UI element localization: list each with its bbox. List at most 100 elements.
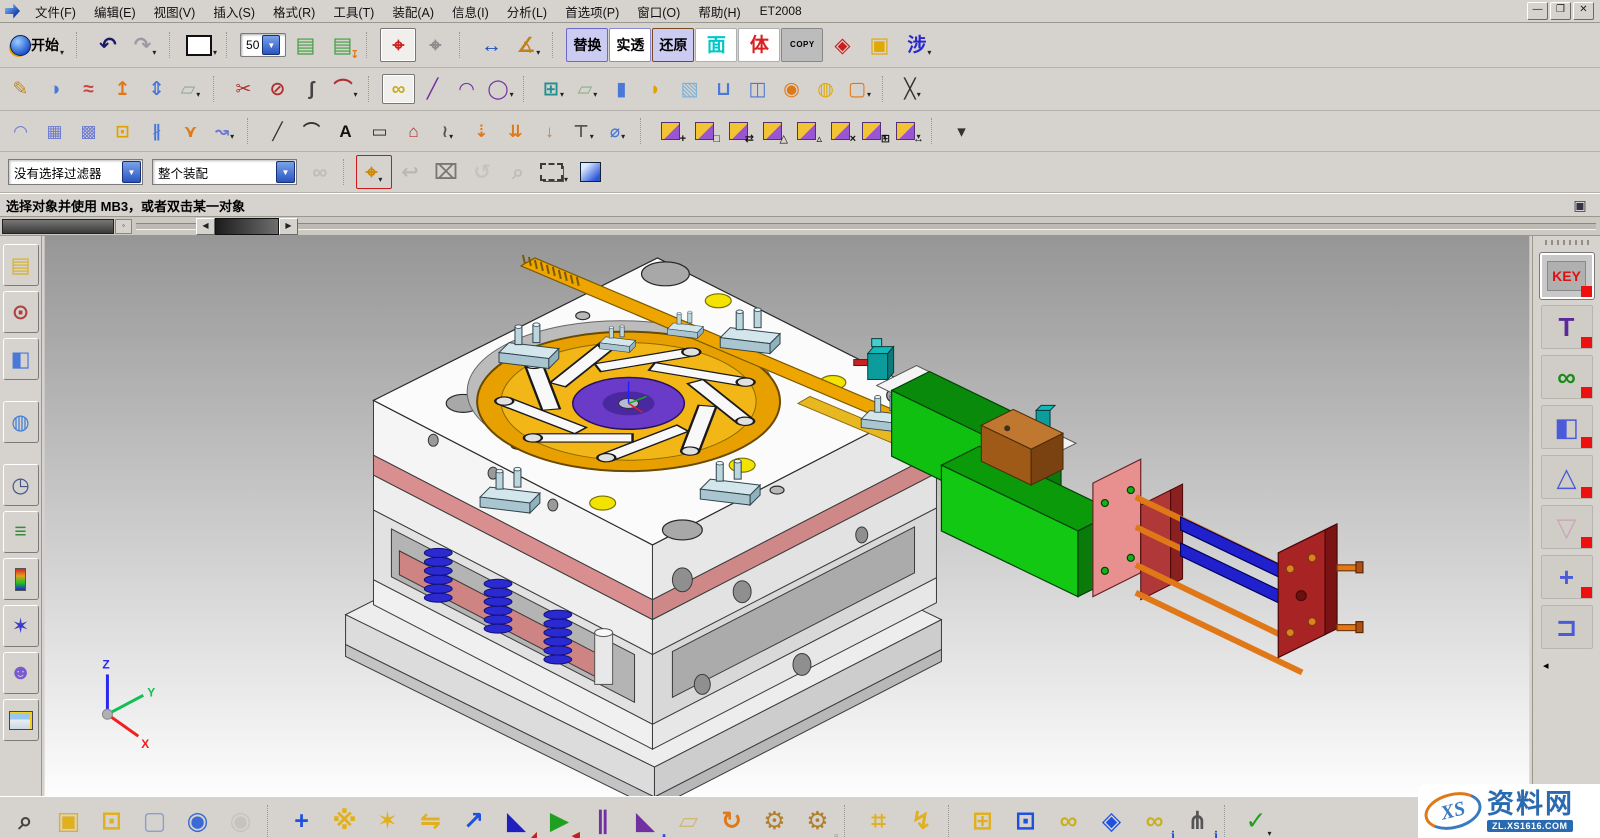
- extrude-button[interactable]: ▮: [605, 74, 638, 104]
- spline-button[interactable]: ≀▾: [431, 116, 464, 146]
- sew-button[interactable]: ∦: [140, 116, 173, 146]
- remember-constraints-button[interactable]: ◣▪: [624, 801, 667, 838]
- part-navigator-tab[interactable]: ◧: [3, 338, 39, 380]
- relations-info-button[interactable]: ∞ℹ: [1133, 801, 1176, 838]
- trim-curve-button[interactable]: ✂: [227, 74, 260, 104]
- scroll-left-button[interactable]: ◀: [196, 218, 215, 235]
- view-cube-button[interactable]: [572, 155, 608, 189]
- pull-face-button[interactable]: □: [688, 116, 721, 146]
- wcs-orient-button[interactable]: ⌖: [417, 28, 453, 62]
- link-part-item[interactable]: ∞: [1541, 355, 1593, 399]
- boss-button[interactable]: ◍: [809, 74, 842, 104]
- menu-help[interactable]: 帮助(H): [689, 0, 749, 24]
- backgrounds-tab[interactable]: [3, 699, 39, 741]
- project-curve-button[interactable]: ⇣: [465, 116, 498, 146]
- wrench-add-button[interactable]: ⚙▫: [796, 801, 839, 838]
- revolve-button[interactable]: ◗: [639, 74, 672, 104]
- selection-filter-dropdown[interactable]: 没有选择过滤器 ▼: [8, 159, 143, 185]
- trim-body-button[interactable]: ◫: [741, 74, 774, 104]
- key-library-item[interactable]: KEY: [1540, 253, 1594, 299]
- assembly-navigator-tab[interactable]: ▤: [3, 244, 39, 286]
- chevron-down-icon[interactable]: ▾: [1267, 829, 1271, 838]
- new-component-button[interactable]: ※: [323, 801, 366, 838]
- tube-button[interactable]: ⌀▾: [601, 116, 634, 146]
- exploded-view-button[interactable]: ⌗: [857, 801, 900, 838]
- offset-surface-button[interactable]: ⊡: [106, 116, 139, 146]
- chevron-down-icon[interactable]: ▼: [262, 35, 280, 55]
- menu-tools[interactable]: 工具(T): [324, 0, 383, 24]
- face-display-button[interactable]: 面: [695, 28, 737, 62]
- combine-curve-button[interactable]: ⇊: [499, 116, 532, 146]
- mirror-assembly-button[interactable]: ⇋: [409, 801, 452, 838]
- text-button[interactable]: A: [329, 116, 362, 146]
- extend-curve-button[interactable]: ⌒▾: [329, 74, 362, 104]
- chevron-down-icon[interactable]: ▾: [230, 132, 234, 145]
- bounded-plane-button[interactable]: ▱▾: [174, 74, 207, 104]
- shell-button[interactable]: ▢▾: [843, 74, 876, 104]
- arrangements-button[interactable]: ⊞: [961, 801, 1004, 838]
- chevron-down-icon[interactable]: ▾: [378, 175, 382, 188]
- graphics-window[interactable]: Z Y X: [42, 236, 1532, 796]
- chevron-down-icon[interactable]: ▾: [927, 48, 931, 61]
- split-body-button[interactable]: ◑: [38, 74, 71, 104]
- flatten-button[interactable]: ↝▾: [208, 116, 241, 146]
- menu-format[interactable]: 格式(R): [264, 0, 324, 24]
- close-button[interactable]: ✕: [1573, 2, 1594, 20]
- clamp-part-item[interactable]: ⊐: [1541, 605, 1593, 649]
- chevron-down-icon[interactable]: ▼: [276, 161, 295, 183]
- chevron-down-icon[interactable]: ▾: [213, 48, 217, 61]
- toolbar-overflow-button[interactable]: ▾: [945, 116, 978, 146]
- chevron-down-icon[interactable]: ▾: [449, 132, 453, 145]
- minimize-button[interactable]: —: [1527, 2, 1548, 20]
- wireframe-body-button[interactable]: ◈: [824, 28, 860, 62]
- chevron-down-icon[interactable]: ▾: [510, 90, 514, 103]
- chevron-down-icon[interactable]: ▾: [196, 90, 200, 103]
- line-button[interactable]: ╱: [416, 74, 449, 104]
- rectangle-button[interactable]: ▭: [363, 116, 396, 146]
- verify-button[interactable]: ✓▾: [1237, 801, 1280, 838]
- fitting-part-item[interactable]: +: [1541, 555, 1593, 599]
- chevron-down-icon[interactable]: ▾: [564, 175, 568, 188]
- menu-window[interactable]: 窗口(O): [628, 0, 689, 24]
- palette-scroll-arrow[interactable]: ◂: [1533, 659, 1549, 672]
- nozzle-part-item[interactable]: ▽: [1541, 505, 1593, 549]
- chain-curve-button[interactable]: ∞: [382, 74, 415, 104]
- arc-sketch-button[interactable]: ⌒: [295, 116, 328, 146]
- resize-face-button[interactable]: ↔▾: [892, 116, 925, 146]
- plate-part-item[interactable]: △: [1541, 455, 1593, 499]
- viewport-canvas[interactable]: Z Y X: [42, 236, 1532, 796]
- chevron-down-icon[interactable]: ▾: [60, 48, 64, 61]
- sequence-button[interactable]: ↯: [900, 801, 943, 838]
- fit-view-button[interactable]: ▣: [1566, 195, 1594, 216]
- clearance-button[interactable]: ⊡: [1004, 801, 1047, 838]
- redo-button[interactable]: ↷▾: [127, 28, 163, 62]
- resource-bar-header[interactable]: [2, 219, 114, 234]
- hide-component-button[interactable]: ▢: [133, 801, 176, 838]
- add-component-button[interactable]: +: [280, 801, 323, 838]
- chevron-down-icon[interactable]: ▼: [122, 161, 141, 183]
- section-curve-button[interactable]: ⊤▾: [567, 116, 600, 146]
- internet-tab[interactable]: ◍: [3, 401, 39, 443]
- line-sketch-button[interactable]: ╱: [261, 116, 294, 146]
- chevron-down-icon[interactable]: ▾: [590, 132, 594, 145]
- roles-tab[interactable]: ☻: [3, 652, 39, 694]
- resize-blend-button[interactable]: ▵: [790, 116, 823, 146]
- play-constraint-button[interactable]: ▶◀: [538, 801, 581, 838]
- eraser-button[interactable]: ⌧: [428, 155, 464, 189]
- cylinder-mount-plate[interactable]: [1093, 459, 1141, 597]
- scroll-right-button[interactable]: ▶: [279, 218, 298, 235]
- move-to-layer-button[interactable]: ▤↧: [324, 28, 360, 62]
- sketch-button[interactable]: ✎: [4, 74, 37, 104]
- delete-face-button[interactable]: ×: [824, 116, 857, 146]
- work-layer-field[interactable]: 50▼: [240, 33, 286, 57]
- history-tab[interactable]: ◷: [3, 464, 39, 506]
- bracket-part-item[interactable]: ◧: [1541, 405, 1593, 449]
- show-component-button[interactable]: ⊡: [90, 801, 133, 838]
- find-assembly-button[interactable]: ⌕: [4, 801, 47, 838]
- measure-body-button[interactable]: ╳▾: [896, 74, 929, 104]
- snapshot-button[interactable]: ◉: [176, 801, 219, 838]
- fillet-curve-button[interactable]: ʃ: [295, 74, 328, 104]
- move-face-button[interactable]: +: [654, 116, 687, 146]
- hole-button[interactable]: ◉: [775, 74, 808, 104]
- resource-bar-pin-button[interactable]: ◦: [115, 219, 132, 234]
